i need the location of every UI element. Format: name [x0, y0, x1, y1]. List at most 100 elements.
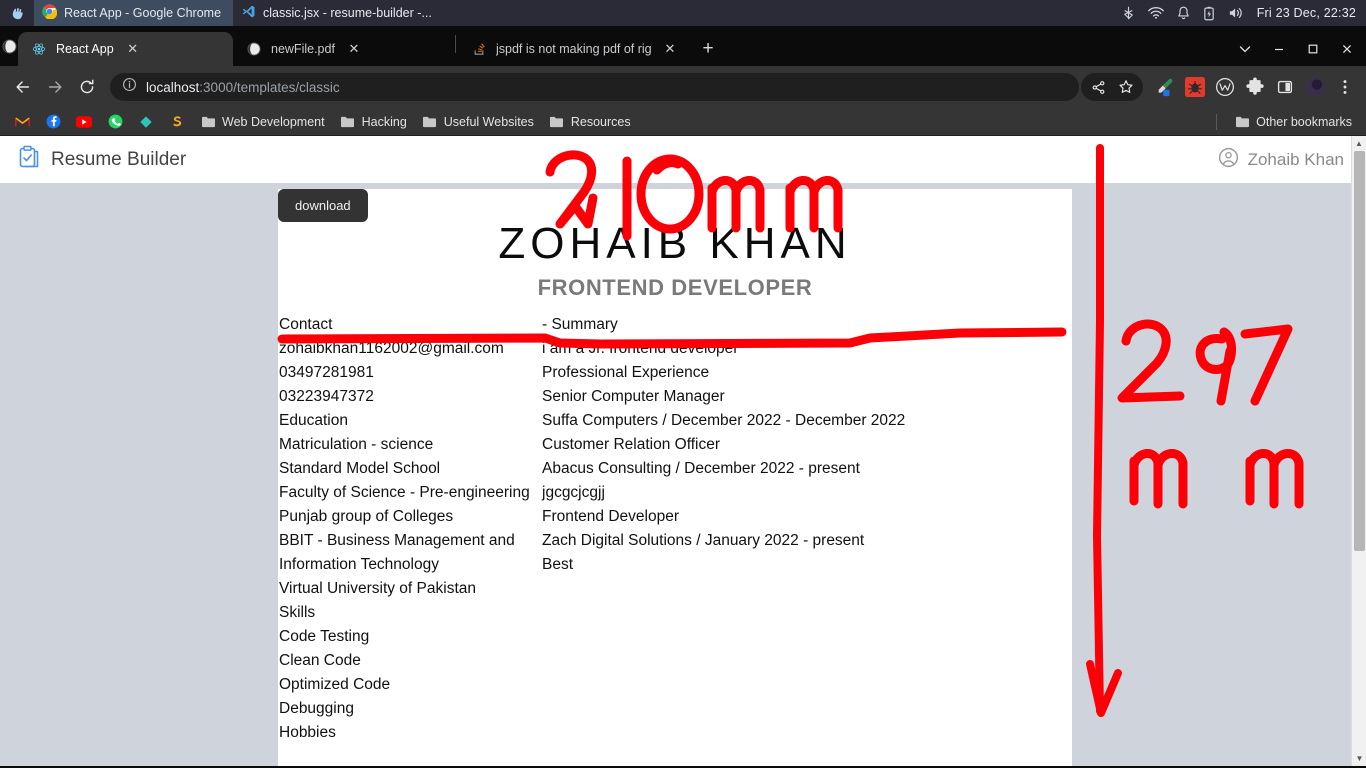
resume-right-line: - Summary	[542, 316, 618, 334]
browser-tab-title: newFile.pdf	[271, 42, 335, 56]
resume-left-line: 03497281981	[279, 364, 374, 382]
resume-right-column: - Summary i am a Jr. frontend developer …	[542, 313, 1072, 745]
browser-tab-title: React App	[56, 42, 114, 56]
eyedropper-icon[interactable]	[1151, 74, 1178, 101]
star-icon[interactable]	[1113, 74, 1139, 100]
sololearn-icon	[169, 114, 185, 130]
close-button[interactable]	[1330, 34, 1364, 64]
resume-left-line: Matriculation - science	[279, 436, 434, 454]
resume-right-line: Zach Digital Solutions / January 2022 - …	[542, 532, 865, 550]
folder-icon	[340, 114, 356, 130]
facebook-icon	[45, 114, 61, 130]
resume-right-line: Best	[542, 556, 574, 574]
resume-left-column: Contact zohaibkhan1162002@gmail.com 0349…	[278, 313, 542, 745]
tab-close-icon[interactable]: ✕	[660, 39, 680, 59]
resume-left-line: Virtual University of Pakistan	[279, 580, 476, 598]
folder-icon	[422, 114, 438, 130]
clipboard-check-icon	[18, 145, 40, 174]
taskbar-task-label: classic.jsx - resume-builder -...	[263, 6, 432, 20]
sidepanel-icon[interactable]	[1271, 74, 1298, 101]
bookmark-gmail[interactable]	[8, 111, 36, 133]
bookmark-label: Useful Websites	[443, 114, 534, 129]
taskbar-clock: Fri 23 Dec, 22:32	[1256, 6, 1356, 20]
resume-left-line: BBIT - Business Management and	[279, 532, 515, 550]
browser-tab-stackoverflow[interactable]: jspdf is not making pdf of right s ✕	[458, 32, 688, 66]
share-icon[interactable]	[1085, 74, 1111, 100]
back-button[interactable]	[8, 72, 38, 102]
resume-right-line: i am a Jr. frontend developer	[542, 340, 739, 358]
tab-close-icon[interactable]: ✕	[344, 39, 364, 59]
resume-left-line: 03223947372	[279, 388, 374, 406]
browser-tab-react-app[interactable]: React App ✕	[18, 32, 233, 66]
resume-left-line: Punjab group of Colleges	[279, 508, 454, 526]
resume-left-line: zohaibkhan1162002@gmail.com	[279, 340, 504, 358]
bookmark-facebook[interactable]	[39, 111, 67, 133]
resume-right-line: Suffa Computers / December 2022 - Decemb…	[542, 412, 906, 430]
volume-icon[interactable]	[1228, 6, 1244, 20]
info-circle-icon[interactable]	[122, 77, 137, 97]
resume-left-line: Code Testing	[279, 628, 370, 646]
chrome-browser-window: React App ✕ newFile.pdf ✕ jspdf is not m…	[0, 26, 1366, 768]
resume-left-line: Optimized Code	[279, 676, 391, 694]
taskbar-task-chrome[interactable]: React App - Google Chrome	[34, 0, 234, 26]
scrollbar-thumb[interactable]	[1354, 151, 1365, 551]
window-controls	[1228, 32, 1366, 66]
battery-charging-icon[interactable]	[1203, 6, 1215, 21]
system-logo-icon[interactable]	[0, 6, 34, 21]
maximize-button[interactable]	[1296, 34, 1330, 64]
resume-left-line: Education	[279, 412, 348, 430]
other-bookmarks-button[interactable]: Other bookmarks	[1228, 111, 1358, 133]
tab-search-button[interactable]	[1228, 34, 1262, 64]
diamond-icon	[138, 114, 154, 130]
download-button[interactable]: download	[278, 189, 368, 222]
bookmark-whatsapp[interactable]	[101, 111, 129, 133]
user-menu[interactable]: Zohaib Khan	[1218, 147, 1344, 173]
bell-icon[interactable]	[1177, 6, 1190, 21]
bookmark-folder-resources[interactable]: Resources	[543, 111, 637, 133]
bookmark-diamond[interactable]	[132, 111, 160, 133]
resume-left-line: Faculty of Science - Pre-engineering	[279, 484, 530, 502]
folder-icon	[1234, 114, 1250, 130]
page-scrollbar[interactable]: ▲ ▼	[1351, 136, 1366, 766]
forward-button[interactable]	[40, 72, 70, 102]
vscode-icon	[241, 4, 256, 22]
resume-right-line: Senior Computer Manager	[542, 388, 725, 406]
resume-left-line: Hobbies	[279, 724, 336, 742]
omnibox-actions	[1081, 73, 1143, 101]
bookmark-folder-web-development[interactable]: Web Development	[194, 111, 331, 133]
wappalyzer-icon[interactable]	[1211, 74, 1238, 101]
resume-right-line: Professional Experience	[542, 364, 710, 382]
browser-tab-newfile-pdf[interactable]: newFile.pdf ✕	[233, 32, 453, 66]
profile-avatar-icon[interactable]	[1301, 74, 1328, 101]
bookmark-label: Resources	[570, 114, 631, 129]
bookmark-folder-hacking[interactable]: Hacking	[334, 111, 413, 133]
scroll-up-arrow-icon[interactable]: ▲	[1352, 136, 1366, 151]
bookmark-sololearn[interactable]	[163, 111, 191, 133]
address-bar[interactable]: localhost:3000/templates/classic	[110, 73, 1079, 101]
resume-left-line: Clean Code	[279, 652, 361, 670]
bluetooth-icon[interactable]	[1122, 6, 1135, 21]
minimize-button[interactable]	[1262, 34, 1296, 64]
taskbar-task-vscode[interactable]: classic.jsx - resume-builder -...	[233, 0, 444, 26]
user-circle-icon	[1218, 147, 1239, 173]
new-tab-button[interactable]: +	[694, 35, 722, 63]
resume-full-name: ZOHAIB KHAN	[498, 219, 852, 268]
app-brand[interactable]: Resume Builder	[18, 145, 186, 174]
bookmark-youtube[interactable]	[70, 111, 98, 133]
url-path: :3000/templates/classic	[199, 79, 340, 95]
bookmark-label: Hacking	[361, 114, 407, 129]
bug-extension-icon[interactable]	[1181, 74, 1208, 101]
bookmark-folder-useful-websites[interactable]: Useful Websites	[416, 111, 540, 133]
resume-right-line: Customer Relation Officer	[542, 436, 721, 454]
bookmarks-divider	[1216, 113, 1218, 130]
kebab-menu-icon[interactable]	[1331, 74, 1358, 101]
resume-columns: Contact zohaibkhan1162002@gmail.com 0349…	[278, 313, 1072, 745]
tab-close-icon[interactable]: ✕	[123, 39, 143, 59]
puzzle-icon[interactable]	[1241, 74, 1268, 101]
reload-button[interactable]	[72, 72, 102, 102]
app-header: Resume Builder Zohaib Khan	[0, 136, 1366, 183]
resume-page-area: download ZOHAIB KHAN FRONTEND DEVELOPER …	[0, 183, 1366, 766]
wifi-icon[interactable]	[1147, 6, 1164, 20]
resume-right-line: Abacus Consulting / December 2022 - pres…	[542, 460, 860, 478]
scroll-down-arrow-icon[interactable]: ▼	[1352, 751, 1366, 766]
